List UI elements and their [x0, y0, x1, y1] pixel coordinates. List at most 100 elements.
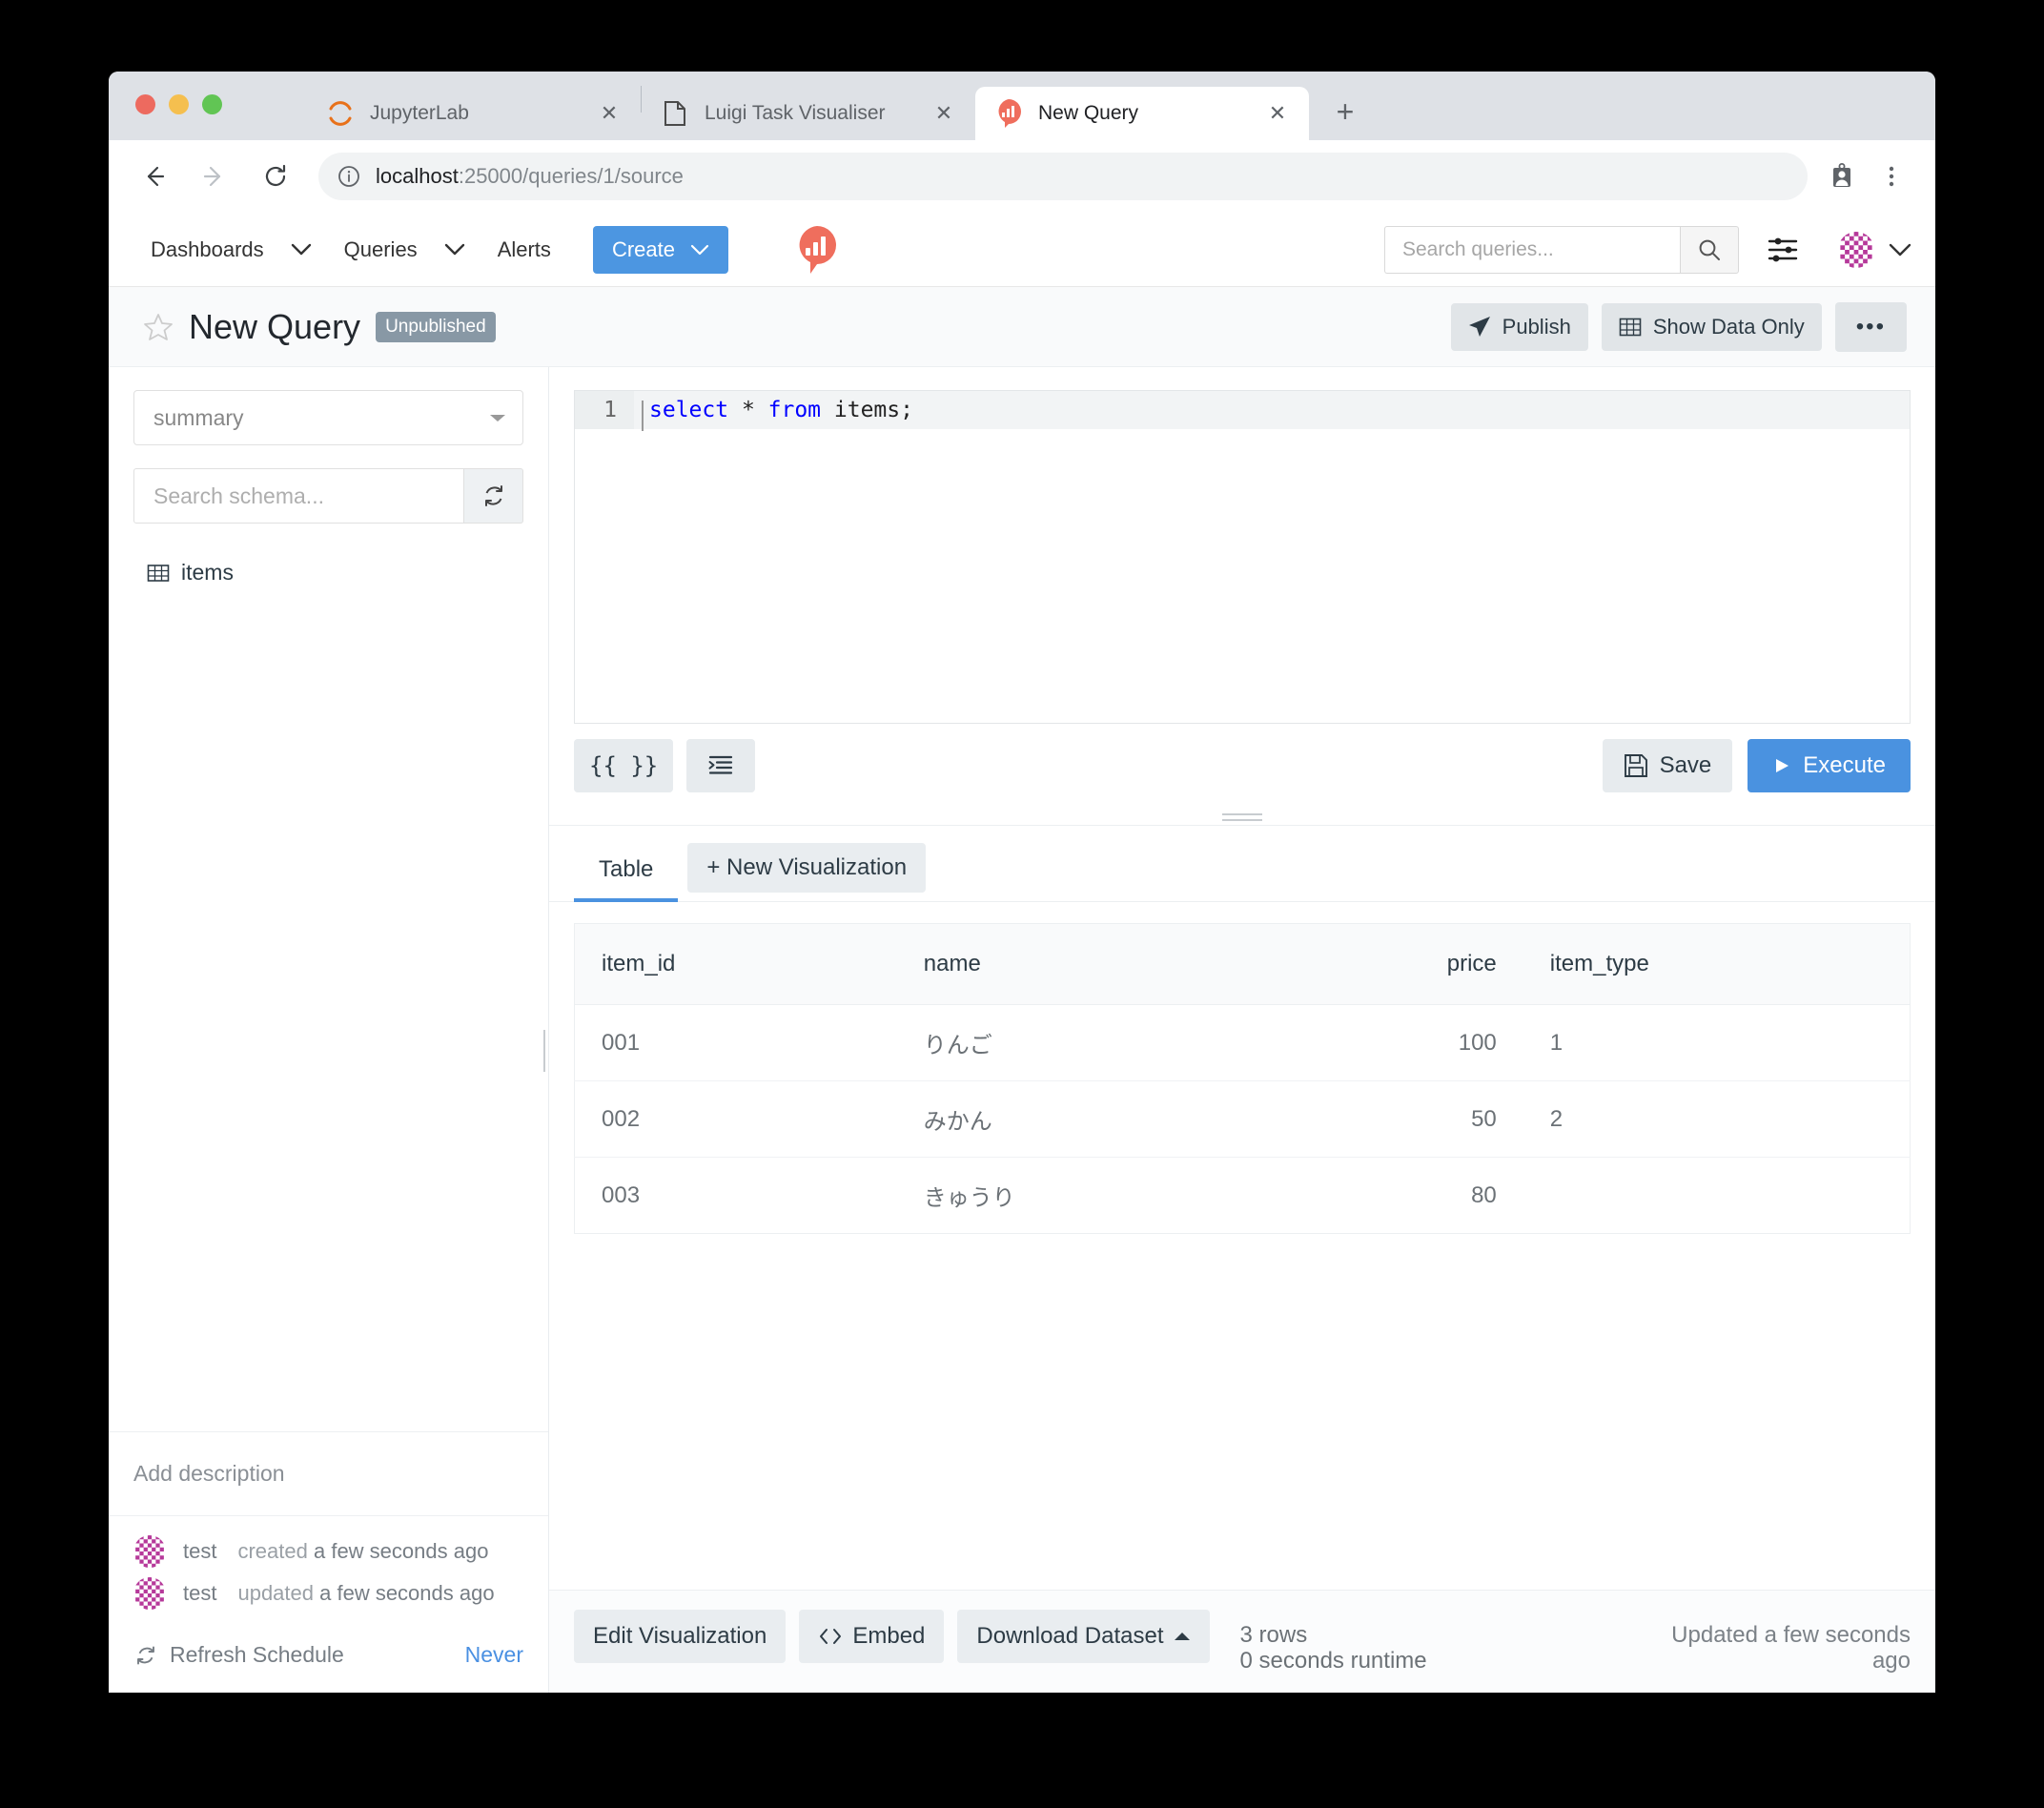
save-button[interactable]: Save: [1602, 739, 1733, 792]
results-resize-handle[interactable]: [549, 810, 1935, 825]
cell-item_id: 001: [574, 1004, 897, 1081]
chevron-down-icon[interactable]: [291, 243, 312, 257]
refresh-icon: [133, 1643, 158, 1668]
refresh-schema-button[interactable]: [464, 468, 523, 524]
sql-token-keyword: from: [767, 398, 822, 422]
document-icon: [661, 99, 689, 128]
search-button[interactable]: [1680, 225, 1739, 274]
schema-search-input[interactable]: [133, 468, 464, 524]
new-tab-button[interactable]: +: [1324, 91, 1366, 133]
star-outline-icon[interactable]: [143, 312, 174, 342]
history-row-updated: test updated a few seconds ago: [133, 1577, 523, 1610]
refresh-schedule-row[interactable]: Refresh Schedule Never: [109, 1629, 548, 1693]
refresh-schedule-value[interactable]: Never: [465, 1642, 523, 1668]
results-table: item_id name price item_type 001 りんご 100: [574, 923, 1911, 1234]
cell-name: りんご: [896, 1004, 1263, 1081]
nav-item-queries[interactable]: Queries: [337, 232, 425, 268]
publish-button[interactable]: Publish: [1450, 302, 1588, 351]
close-icon[interactable]: ✕: [930, 99, 958, 128]
maximize-window-button[interactable]: [202, 94, 222, 114]
chevron-down-icon[interactable]: [444, 243, 465, 257]
embed-button[interactable]: Embed: [799, 1610, 945, 1664]
close-icon[interactable]: ✕: [595, 99, 623, 128]
forward-arrow-icon[interactable]: [191, 153, 238, 200]
publish-button-label: Publish: [1502, 314, 1571, 339]
results-table-head: item_id name price item_type: [574, 923, 1911, 1005]
tab-title: New Query: [1038, 102, 1139, 124]
browser-tab-new-query[interactable]: New Query ✕: [975, 87, 1309, 140]
query-description-input[interactable]: Add description: [109, 1431, 548, 1515]
column-header-item_type[interactable]: item_type: [1523, 923, 1911, 1005]
row-count: 3 rows: [1239, 1622, 1308, 1649]
datasource-select[interactable]: summary: [133, 390, 523, 445]
table-row: 001 りんご 100 1: [574, 1004, 1911, 1081]
page-title: New Query: [189, 306, 361, 346]
schema-item-label: items: [181, 560, 234, 585]
edit-visualization-button[interactable]: Edit Visualization: [574, 1610, 787, 1664]
kebab-menu-icon[interactable]: [1869, 154, 1914, 199]
cell-item_id: 002: [574, 1080, 897, 1158]
nav-item-alerts[interactable]: Alerts: [490, 232, 559, 268]
chevron-down-icon[interactable]: [1888, 242, 1912, 257]
browser-tab-jupyterlab[interactable]: JupyterLab ✕: [307, 87, 641, 140]
download-dataset-label: Download Dataset: [976, 1623, 1164, 1650]
new-visualization-button[interactable]: + New Visualization: [687, 842, 927, 893]
address-bar[interactable]: localhost:25000/queries/1/source: [318, 153, 1808, 200]
nav-item-dashboards[interactable]: Dashboards: [143, 232, 272, 268]
schema-search-row: [133, 468, 523, 524]
cell-item_type: 2: [1523, 1080, 1911, 1158]
sql-editor[interactable]: 1 select * from items;: [574, 390, 1911, 724]
close-window-button[interactable]: [135, 94, 155, 114]
cell-item_type: 1: [1523, 1004, 1911, 1081]
cell-item_type: [1523, 1157, 1911, 1234]
runtime: 0 seconds runtime: [1239, 1647, 1427, 1674]
history-time: a few seconds ago: [319, 1581, 495, 1605]
query-editor-layout: summary Search schema... items Add descr…: [109, 367, 1935, 1693]
browser-omnibar: localhost:25000/queries/1/source: [109, 140, 1935, 213]
download-dataset-button[interactable]: Download Dataset: [957, 1610, 1210, 1664]
info-circle-icon[interactable]: [337, 165, 360, 188]
query-parameters-button[interactable]: {{ }}: [574, 739, 674, 792]
schema-table-list: items: [133, 554, 523, 591]
more-options-button[interactable]: •••: [1834, 301, 1907, 352]
format-sql-icon[interactable]: [686, 739, 756, 792]
status-badge: Unpublished: [376, 311, 496, 342]
browser-controls: [1819, 154, 1914, 199]
chevron-down-icon: [690, 244, 709, 256]
execute-button[interactable]: Execute: [1748, 739, 1911, 792]
table-header-row: item_id name price item_type: [574, 923, 1911, 1005]
column-header-price[interactable]: price: [1262, 923, 1523, 1005]
tab-table[interactable]: Table: [574, 841, 679, 902]
save-button-label: Save: [1659, 752, 1712, 778]
back-arrow-icon[interactable]: [130, 153, 177, 200]
datasource-select-value: summary: [153, 404, 244, 430]
app-navbar: Dashboards Queries Alerts Create: [109, 213, 1935, 287]
tab-title: Luigi Task Visualiser: [705, 102, 886, 124]
history-action: updated: [237, 1581, 314, 1605]
column-header-item_id[interactable]: item_id: [574, 923, 897, 1005]
create-button-label: Create: [611, 236, 675, 261]
schema-item-items[interactable]: items: [133, 554, 523, 591]
schema-browser: summary Search schema... items: [109, 367, 548, 1431]
play-triangle-icon: [1772, 756, 1791, 775]
editor-toolbar: {{ }} Save Execute: [549, 724, 1935, 810]
redash-logo-icon[interactable]: [795, 225, 839, 275]
show-data-only-button[interactable]: Show Data Only: [1601, 302, 1822, 351]
minimize-window-button[interactable]: [169, 94, 189, 114]
reload-icon[interactable]: [252, 153, 299, 200]
browser-tab-luigi-task-visualiser[interactable]: Luigi Task Visualiser ✕: [642, 87, 975, 140]
sql-token-plain: items;: [821, 398, 913, 422]
results-stats: 3 rows 0 seconds runtime: [1240, 1610, 1431, 1674]
sidebar-resize-handle[interactable]: [543, 1030, 548, 1072]
floppy-disk-icon: [1624, 753, 1648, 778]
column-header-name[interactable]: name: [896, 923, 1263, 1005]
create-button[interactable]: Create: [592, 225, 728, 274]
results-panel: Table + New Visualization item_id name p…: [549, 825, 1935, 1693]
sliders-icon[interactable]: [1768, 236, 1800, 264]
profile-card-icon[interactable]: [1819, 154, 1865, 199]
browser-tab-bar: JupyterLab ✕ Luigi Task Visualiser ✕ New…: [109, 72, 1935, 140]
browser-window: JupyterLab ✕ Luigi Task Visualiser ✕ New…: [109, 72, 1935, 1693]
search-input[interactable]: [1384, 225, 1680, 274]
close-icon[interactable]: ✕: [1263, 99, 1292, 128]
user-avatar-identicon[interactable]: [1838, 231, 1874, 268]
